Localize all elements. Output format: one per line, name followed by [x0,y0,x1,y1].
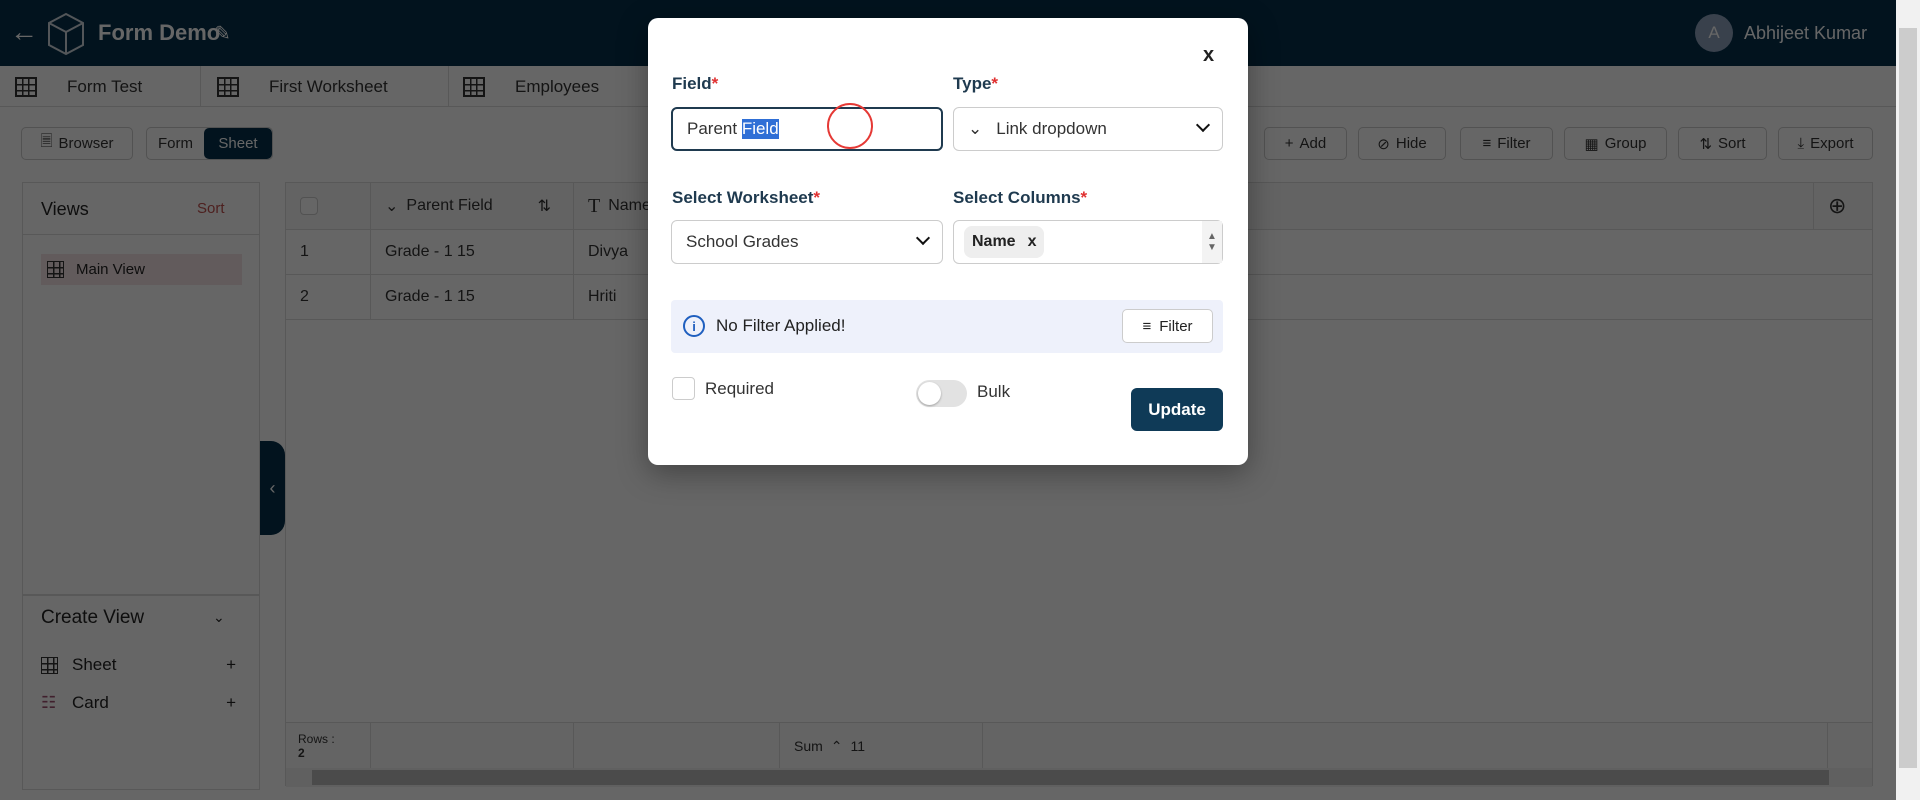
tab-first-worksheet[interactable]: First Worksheet [217,66,388,107]
chevron-down-icon[interactable]: ⌄ [213,609,225,626]
eye-off-icon: ⊘ [1377,135,1390,153]
update-button[interactable]: Update [1131,388,1223,431]
chevron-down-icon: ⌄ [385,198,399,215]
toggle-knob [918,382,941,405]
view-mode-toggle: Form Sheet [146,127,273,160]
logo-icon [48,12,84,56]
required-checkbox[interactable] [672,377,695,400]
column-chip: Name x [964,226,1045,258]
collapse-panel-handle[interactable]: ‹ [260,441,285,535]
grid-icon [47,261,64,278]
worksheet-label: Select Worksheet* [672,188,821,207]
info-icon: i [683,315,705,337]
plus-icon: + [226,655,236,674]
type-label: Type* [953,74,999,93]
row-number: 1 [286,229,371,274]
views-panel: Views Sort Main View Create View ⌄ Sheet… [22,182,260,790]
sort-icon[interactable]: ⇅ [538,196,551,216]
views-sort-link[interactable]: Sort [197,200,225,217]
filter-button[interactable]: ≡ Filter [1460,127,1553,160]
horizontal-scrollbar[interactable] [286,768,1872,787]
chevron-down-icon: ⌄ [968,119,983,138]
sum-aggregate[interactable]: Sum ⌃ 11 [780,723,983,769]
tab-divider [448,66,449,107]
tab-employees[interactable]: Employees [463,66,599,107]
download-icon: ⤓ [1797,135,1805,152]
scrollbar-thumb[interactable] [312,770,1829,785]
text-type-icon: T [588,194,601,217]
dropdown-arrow-icon [1195,117,1211,133]
sort-button[interactable]: ⇅ Sort [1678,127,1767,160]
browser-icon: 🗏 [40,133,53,150]
select-all-cell [286,183,371,229]
field-name-input[interactable]: Parent Field [671,103,943,151]
divider [23,234,259,235]
card-icon: ☷ [41,693,57,712]
select-all-checkbox[interactable] [300,197,318,215]
plus-icon: + [1284,135,1294,152]
remove-chip-icon[interactable]: x [1028,233,1037,251]
edit-field-modal: x Field* Type* Parent Field ⌄ Link dropdo… [648,18,1248,465]
grid-icon [463,76,485,97]
filter-info-text: No Filter Applied! [716,316,846,335]
user-name[interactable]: Abhijeet Kumar [1744,23,1867,44]
column-header-parent-field[interactable]: ⌄ Parent Field ⇅ [371,183,574,229]
spinner-arrows-icon[interactable]: ▲ ▼ [1202,221,1222,263]
columns-multiselect[interactable]: Name x ▲ ▼ [953,220,1223,264]
create-view-title: Create View [41,607,145,628]
cursor-highlight-circle [827,103,873,149]
form-mode-button[interactable]: Form [147,135,204,152]
add-button[interactable]: + Add [1264,127,1347,160]
dropdown-arrow-icon [915,230,931,246]
edit-pencil-icon[interactable]: ✎ [214,21,231,46]
divider [23,594,259,596]
close-icon[interactable]: x [1203,44,1214,67]
scrollbar-thumb[interactable] [1899,28,1917,768]
required-label: Required [705,379,774,398]
group-button[interactable]: ▦ Group [1564,127,1667,160]
filter-icon: ≡ [1142,317,1152,335]
plus-icon: + [226,693,236,712]
views-title: Views [41,199,89,219]
create-sheet-view[interactable]: Sheet + [41,655,236,675]
cell-parent-field[interactable]: Grade - 1 15 [371,274,574,319]
export-button[interactable]: ⤓ Export [1778,127,1873,160]
create-card-view[interactable]: ☷ Card + [41,693,236,713]
hide-button[interactable]: ⊘ Hide [1358,127,1446,160]
grid-footer: Rows :2 Sum ⌃ 11 [286,722,1872,769]
bulk-toggle[interactable] [916,380,967,407]
modal-filter-button[interactable]: ≡ Filter [1122,309,1213,343]
sheet-mode-button[interactable]: Sheet [204,128,272,159]
type-select[interactable]: ⌄ Link dropdown [953,107,1223,151]
filter-icon: ≡ [1482,135,1492,152]
field-label: Field* [672,74,719,93]
cell-parent-field[interactable]: Grade - 1 15 [371,229,574,274]
tab-form-test[interactable]: Form Test [15,66,142,107]
plus-circle-icon: ⊕ [1828,193,1847,218]
grid-icon [217,76,239,97]
add-column-button[interactable]: ⊕ [1813,183,1874,229]
worksheet-select[interactable]: School Grades [671,220,943,264]
bulk-label: Bulk [977,382,1011,401]
app-title: Form Demo [98,20,221,45]
avatar[interactable]: A [1695,14,1733,52]
tab-divider [200,66,201,107]
row-number: 2 [286,274,371,319]
sort-icon: ⇅ [1699,135,1713,153]
grid-icon [15,76,37,97]
back-arrow-icon[interactable]: ← [10,16,38,48]
chevron-up-icon: ⌃ [830,737,843,754]
grid-icon [41,656,58,674]
view-item-main[interactable]: Main View [41,254,242,285]
columns-label: Select Columns* [953,188,1088,207]
vertical-scrollbar[interactable] [1896,0,1920,800]
filter-info-bar: i No Filter Applied! ≡ Filter [671,300,1223,353]
browser-button[interactable]: 🗏 Browser [21,127,133,160]
group-icon: ▦ [1584,135,1599,153]
